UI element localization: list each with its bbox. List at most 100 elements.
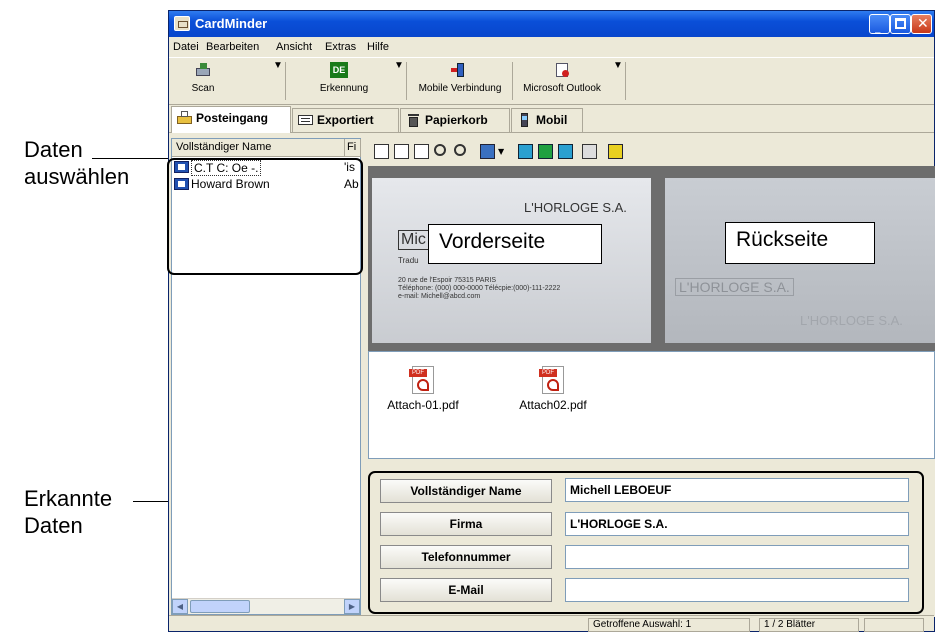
title-bar[interactable]: CardMinder _ ✕ — [169, 11, 934, 37]
card-front-name-partial: Mic — [398, 230, 429, 250]
annotation-recognized-line1: Erkannte — [24, 486, 113, 511]
annotation-fields-highlight — [368, 471, 924, 614]
pdf-icon: PDF — [409, 366, 434, 394]
scroll-left-button[interactable]: ◀ — [172, 599, 188, 614]
mobile-connection-button[interactable]: Mobile Verbindung — [409, 60, 511, 102]
recognize-de-icon: DE — [330, 62, 348, 78]
outlook-label: Microsoft Outlook — [523, 83, 601, 94]
card-front-address: 20 rue de l'Espoir 75315 PARIS — [398, 277, 497, 284]
close-button[interactable]: ✕ — [911, 14, 932, 34]
outlook-button[interactable]: Microsoft Outlook — [514, 60, 610, 102]
attachment-name: Attach02.pdf — [519, 398, 587, 412]
toolbar-separator — [512, 62, 513, 100]
card-back-text-1: L'HORLOGE S.A. — [675, 278, 794, 296]
cardminder-window: CardMinder _ ✕ Datei Bearbeiten Ansicht … — [167, 10, 935, 632]
toolbar-separator — [625, 62, 626, 100]
card-front-email: e-mail: Michell@abcd.com — [398, 293, 481, 300]
card-front-image[interactable]: L'HORLOGE S.A. Mic Tradu 20 rue de l'Esp… — [372, 178, 651, 343]
rotate-left-icon[interactable] — [374, 144, 389, 159]
list-horizontal-scrollbar[interactable]: ◀ ▶ — [172, 598, 360, 614]
card-front-title-partial: Tradu — [398, 256, 419, 265]
mobile-connection-label: Mobile Verbindung — [418, 83, 502, 94]
recognized-fields-panel: Vollständiger Name Michell LEBOEUF Firma… — [368, 459, 935, 617]
app-icon — [174, 16, 190, 31]
tab-papierkorb[interactable]: Papierkorb — [400, 108, 510, 132]
scan-label: Scan — [191, 83, 215, 94]
status-selection: Getroffene Auswahl: 1 — [588, 618, 750, 632]
menu-ansicht[interactable]: Ansicht — [276, 41, 312, 53]
mobile-icon — [517, 113, 532, 127]
recognize-button[interactable]: DE Erkennung — [289, 60, 389, 102]
menu-datei[interactable]: Datei — [173, 41, 199, 53]
attachment-name: Attach-01.pdf — [387, 398, 459, 412]
window-title: CardMinder — [195, 16, 268, 31]
menu-extras[interactable]: Extras — [325, 41, 356, 53]
trash-icon — [406, 113, 421, 127]
field-b-icon[interactable] — [538, 144, 553, 159]
toolbar-separator — [406, 62, 407, 100]
maximize-button[interactable] — [890, 14, 911, 34]
status-bar: Getroffene Auswahl: 1 1 / 2 Blätter — [169, 615, 934, 632]
close-icon: ✕ — [917, 16, 929, 32]
attachments-panel: PDF Attach-01.pdf PDF Attach02.pdf — [368, 351, 935, 459]
outlook-dropdown-icon[interactable]: ▼ — [613, 60, 623, 102]
card-front-company: L'HORLOGE S.A. — [524, 200, 627, 215]
annotation-select-line2: auswählen — [24, 164, 130, 189]
maximize-icon — [895, 18, 906, 29]
field-d-icon[interactable] — [558, 144, 573, 159]
export-image-icon[interactable] — [480, 144, 495, 159]
dropdown-icon[interactable]: ▼ — [498, 147, 513, 162]
pdf-icon: PDF — [539, 366, 564, 394]
annotation-list-highlight — [167, 158, 363, 275]
scroll-right-button[interactable]: ▶ — [344, 599, 360, 614]
annotation-select-pointer — [92, 158, 168, 159]
tab-bar: Posteingang Exportiert Papierkorb Mobil — [169, 105, 934, 133]
minimize-icon: _ — [875, 21, 881, 34]
recognize-region-icon[interactable] — [608, 144, 623, 159]
menu-bearbeiten[interactable]: Bearbeiten — [206, 41, 259, 53]
scanner-icon — [194, 62, 212, 78]
tab-exportiert[interactable]: Exportiert — [292, 108, 399, 132]
card-back-text-2: L'HORLOGE S.A. — [800, 313, 903, 328]
tab-exportiert-label: Exportiert — [317, 113, 374, 127]
status-extra — [864, 618, 924, 632]
tab-posteingang[interactable]: Posteingang — [171, 106, 291, 133]
attachment-item[interactable]: PDF Attach-01.pdf — [377, 366, 469, 412]
mobile-connection-icon — [451, 62, 469, 78]
scroll-thumb[interactable] — [190, 600, 250, 613]
column-header-firm[interactable]: Fi — [345, 139, 361, 157]
menu-bar: Datei Bearbeiten Ansicht Extras Hilfe — [169, 37, 934, 57]
tab-mobil[interactable]: Mobil — [511, 108, 583, 132]
zoom-in-icon[interactable] — [434, 144, 446, 156]
annotation-recognized-data: Erkannte Daten — [24, 485, 112, 539]
minimize-button[interactable]: _ — [869, 14, 890, 34]
field-f-icon[interactable] — [518, 144, 533, 159]
menu-hilfe[interactable]: Hilfe — [367, 41, 389, 53]
recognize-label: Erkennung — [319, 83, 369, 94]
scan-button[interactable]: Scan — [173, 60, 233, 102]
inbox-icon — [177, 111, 192, 125]
toolbar: Scan ▼ DE Erkennung ▼ Mobile Verbindung … — [169, 57, 934, 105]
export-icon — [298, 113, 313, 127]
attachment-item[interactable]: PDF Attach02.pdf — [511, 366, 595, 412]
label-vorderseite: Vorderseite — [428, 224, 602, 264]
card-image-area: L'HORLOGE S.A. Mic Tradu 20 rue de l'Esp… — [368, 166, 935, 351]
flip-icon[interactable] — [414, 144, 429, 159]
label-rueckseite: Rückseite — [725, 222, 875, 264]
tab-posteingang-label: Posteingang — [196, 111, 269, 125]
annotation-select-data: Daten auswählen — [24, 136, 129, 190]
rotate-right-icon[interactable] — [394, 144, 409, 159]
copy-icon[interactable] — [582, 144, 597, 159]
annotation-recognized-line2: Daten — [24, 513, 83, 538]
recognize-dropdown-icon[interactable]: ▼ — [394, 60, 404, 102]
image-toolbar: ▼ — [368, 138, 935, 166]
tab-papierkorb-label: Papierkorb — [425, 113, 488, 127]
toolbar-separator — [285, 62, 286, 100]
card-back-image[interactable]: L'HORLOGE S.A. L'HORLOGE S.A. Rückseite — [665, 178, 935, 343]
tab-mobil-label: Mobil — [536, 113, 568, 127]
zoom-out-icon[interactable] — [454, 144, 466, 156]
outlook-icon — [553, 62, 571, 78]
column-header-name[interactable]: Vollständiger Name — [172, 139, 345, 157]
status-page: 1 / 2 Blätter — [759, 618, 859, 632]
scan-dropdown-icon[interactable]: ▼ — [273, 60, 283, 102]
